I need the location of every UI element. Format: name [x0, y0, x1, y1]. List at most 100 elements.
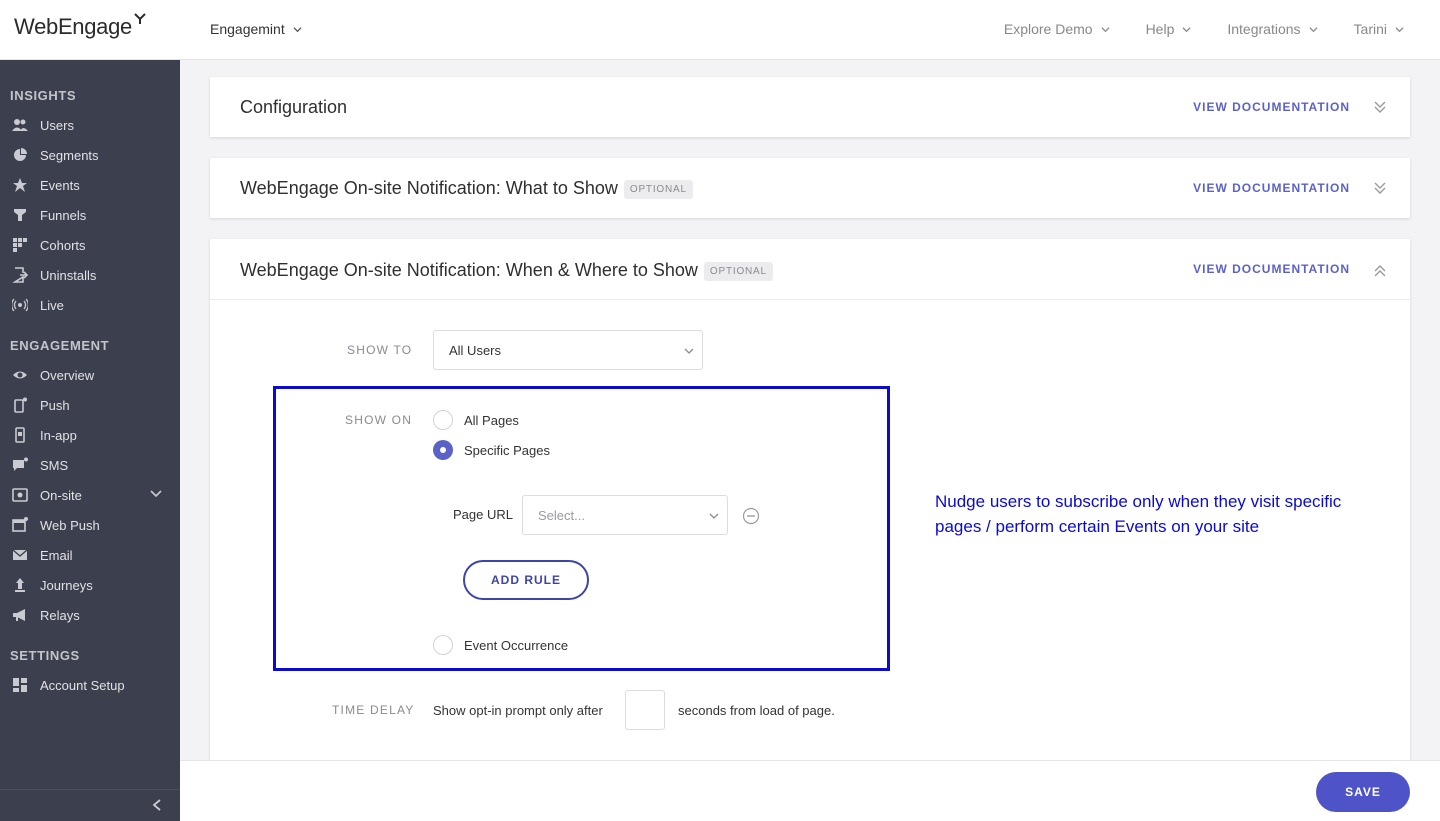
- chevron-down-icon: [1101, 26, 1110, 32]
- radio-button-selected[interactable]: [433, 440, 453, 460]
- broadcast-icon: [10, 297, 30, 313]
- sidebar-item-label: Push: [40, 397, 70, 413]
- sidebar-item-live[interactable]: Live: [10, 293, 170, 317]
- sidebar-item-label: Cohorts: [40, 237, 86, 253]
- page-url-label: Page URL: [453, 507, 513, 522]
- view-documentation-link[interactable]: VIEW DOCUMENTATION: [1193, 262, 1350, 276]
- chevron-down-icon: [1308, 26, 1318, 32]
- radio-label: All Pages: [464, 412, 519, 428]
- sidebar-item-label: Overview: [40, 367, 95, 383]
- logo-text: WebEngage: [14, 14, 132, 39]
- explore-demo-menu[interactable]: Explore Demo: [1004, 21, 1110, 37]
- configuration-card: Configuration VIEW DOCUMENTATION: [210, 77, 1410, 137]
- remove-rule-icon[interactable]: [742, 507, 760, 525]
- insights-section-title: INSIGHTS: [10, 88, 77, 103]
- sidebar-item-label: Live: [40, 297, 64, 313]
- sidebar-item-journeys[interactable]: Journeys: [10, 573, 170, 597]
- sidebar-item-label: Uninstalls: [40, 267, 97, 283]
- user-name: Tarini: [1353, 21, 1387, 37]
- sidebar-item-label: Users: [40, 117, 74, 133]
- annotation-note: Nudge users to subscribe only when they …: [935, 492, 1342, 536]
- settings-section-title: SETTINGS: [10, 648, 80, 663]
- users-icon: [10, 117, 30, 133]
- card-title: WebEngage On-site Notification: What to …: [240, 178, 693, 199]
- radio-label: Specific Pages: [464, 442, 550, 458]
- chevron-left-icon[interactable]: [152, 799, 162, 811]
- sidebar-item-events[interactable]: Events: [10, 173, 170, 197]
- chevron-down-icon: [684, 348, 694, 354]
- what-to-show-card: WebEngage On-site Notification: What to …: [210, 158, 1410, 218]
- top-bar: WebEngage Engagemint Explore Demo Help I…: [0, 0, 1440, 60]
- project-name: Engagemint: [210, 21, 285, 37]
- page-url-select[interactable]: Select...: [522, 495, 728, 535]
- user-menu[interactable]: Tarini: [1354, 21, 1404, 37]
- megaphone-icon: [10, 607, 30, 623]
- web-push-icon: [10, 517, 30, 533]
- configuration-header[interactable]: Configuration VIEW DOCUMENTATION: [210, 77, 1410, 137]
- card-title-text: WebEngage On-site Notification: What to …: [240, 178, 618, 198]
- eye-icon: [10, 367, 30, 383]
- sidebar-item-segments[interactable]: Segments: [10, 143, 170, 167]
- sidebar-item-label: In-app: [40, 427, 77, 443]
- what-to-show-header[interactable]: WebEngage On-site Notification: What to …: [210, 158, 1410, 218]
- footer-bar: SAVE: [180, 760, 1440, 821]
- double-chevron-down-icon[interactable]: [1374, 100, 1386, 114]
- sidebar-item-on-site[interactable]: On-site: [10, 483, 170, 507]
- when-where-header[interactable]: WebEngage On-site Notification: When & W…: [210, 239, 1410, 299]
- help-menu[interactable]: Help: [1146, 21, 1192, 37]
- chevron-down-icon: [293, 26, 302, 32]
- sidebar-item-account-setup[interactable]: Account Setup: [10, 673, 170, 697]
- sidebar-footer: [0, 789, 180, 821]
- sidebar-item-funnels[interactable]: Funnels: [10, 203, 170, 227]
- view-documentation-link[interactable]: VIEW DOCUMENTATION: [1193, 100, 1350, 114]
- explore-demo-label: Explore Demo: [1003, 21, 1093, 37]
- sidebar-item-label: Funnels: [40, 207, 87, 223]
- double-chevron-up-icon[interactable]: [1374, 264, 1386, 278]
- webengage-logo[interactable]: WebEngage: [14, 12, 147, 40]
- view-documentation-link[interactable]: VIEW DOCUMENTATION: [1193, 181, 1350, 195]
- time-delay-input[interactable]: [625, 690, 665, 730]
- on-site-icon: [10, 487, 30, 503]
- journeys-icon: [10, 577, 30, 593]
- radio-all-pages[interactable]: All Pages: [433, 410, 519, 430]
- optional-badge: OPTIONAL: [703, 262, 773, 281]
- project-selector[interactable]: Engagemint: [210, 21, 302, 37]
- sidebar-item-email[interactable]: Email: [10, 543, 170, 567]
- save-button[interactable]: SAVE: [1316, 772, 1410, 812]
- radio-button[interactable]: [433, 635, 453, 655]
- sidebar-item-label: Relays: [40, 607, 80, 623]
- page-url-placeholder: Select...: [538, 507, 585, 523]
- sidebar-item-label: Segments: [40, 147, 99, 163]
- radio-button[interactable]: [433, 410, 453, 430]
- sidebar-item-in-app[interactable]: In-app: [10, 423, 170, 447]
- sidebar-item-label: SMS: [40, 457, 69, 473]
- sidebar-item-users[interactable]: Users: [10, 113, 170, 137]
- star-burst-icon: [10, 177, 30, 193]
- show-to-select[interactable]: All Users: [433, 330, 703, 370]
- sidebar-item-sms[interactable]: SMS: [10, 453, 170, 477]
- sidebar-item-push[interactable]: Push: [10, 393, 170, 417]
- sidebar: INSIGHTS Users Segments Events Funnels C…: [0, 60, 180, 821]
- show-to-value: All Users: [449, 342, 502, 358]
- sidebar-item-overview[interactable]: Overview: [10, 363, 170, 387]
- sidebar-item-web-push[interactable]: Web Push: [10, 513, 170, 537]
- add-rule-button[interactable]: ADD RULE: [463, 560, 589, 600]
- chevron-down-icon: [1182, 26, 1191, 32]
- sms-icon: [10, 457, 30, 473]
- integrations-menu[interactable]: Integrations: [1227, 21, 1318, 37]
- sidebar-item-cohorts[interactable]: Cohorts: [10, 233, 170, 257]
- grid-icon: [10, 237, 30, 253]
- double-chevron-down-icon[interactable]: [1374, 181, 1386, 195]
- exit-icon: [10, 267, 30, 283]
- radio-event-occurrence[interactable]: Event Occurrence: [433, 635, 568, 655]
- funnel-icon: [10, 207, 30, 223]
- mobile-push-icon: [10, 397, 30, 413]
- sidebar-item-uninstalls[interactable]: Uninstalls: [10, 263, 170, 287]
- sidebar-item-label: Web Push: [40, 517, 100, 533]
- radio-specific-pages[interactable]: Specific Pages: [433, 440, 550, 460]
- sidebar-item-relays[interactable]: Relays: [10, 603, 170, 627]
- engagement-section-title: ENGAGEMENT: [10, 338, 110, 353]
- sidebar-item-label: Events: [40, 177, 80, 193]
- chevron-down-icon: [150, 490, 162, 498]
- email-icon: [10, 547, 30, 563]
